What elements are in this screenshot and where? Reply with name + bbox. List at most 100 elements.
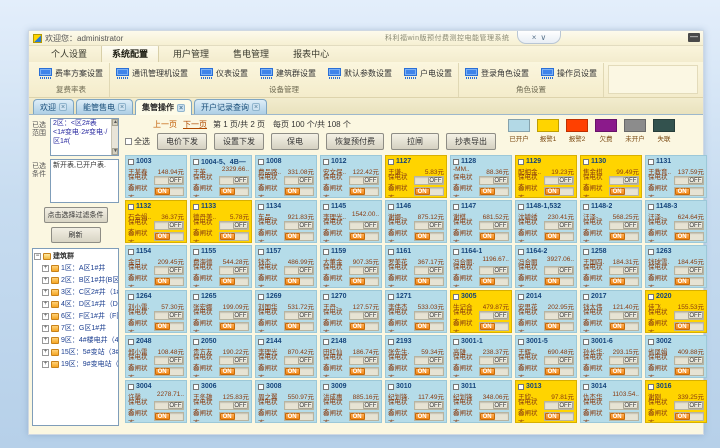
gate-toggle[interactable]: ON <box>219 187 249 196</box>
gate-toggle[interactable]: ON <box>414 367 444 376</box>
on-button[interactable]: ON <box>415 188 430 195</box>
protect-toggle[interactable]: OFF <box>479 311 509 320</box>
off-button[interactable]: OFF <box>428 312 443 319</box>
card-checkbox[interactable] <box>583 294 589 300</box>
gate-toggle[interactable]: ON <box>544 412 574 421</box>
on-button[interactable]: ON <box>675 278 690 285</box>
on-button[interactable]: ON <box>545 233 560 240</box>
off-button[interactable]: OFF <box>363 312 378 319</box>
protect-toggle[interactable]: OFF <box>284 266 314 275</box>
on-button[interactable]: ON <box>285 278 300 285</box>
ribbon-control-pill[interactable]: × ∨ <box>517 31 561 44</box>
off-button[interactable]: OFF <box>168 402 183 409</box>
protect-toggle[interactable]: OFF <box>284 311 314 320</box>
menu-item-报表中心[interactable]: 报表中心 <box>283 45 339 62</box>
on-button[interactable]: ON <box>220 368 235 375</box>
off-button[interactable]: OFF <box>298 357 313 364</box>
card-checkbox[interactable] <box>193 159 199 165</box>
meter-card-1008[interactable]: 1008费品路..331.08元保电状态OFF合闸状态ON <box>255 155 317 198</box>
tab-集管操作[interactable]: 集管操作× <box>135 99 192 115</box>
protect-toggle[interactable]: OFF <box>284 221 314 230</box>
meter-card-3014[interactable]: 3014仇杰华1103.54..保电状态OFF合闸状态ON <box>580 380 642 423</box>
building-tree-panel[interactable]: − 建筑群 +1区：A区1#井+2区：B区1#井(B区1#+3区：C区2#井（1… <box>32 248 119 426</box>
card-checkbox[interactable] <box>518 204 524 210</box>
gate-toggle[interactable]: ON <box>544 322 574 331</box>
ribbon-button-操作员设置[interactable]: 操作员设置 <box>539 66 599 81</box>
meter-card-1161[interactable]: 1161罗美花367.17元保电状态OFF合闸状态ON <box>385 245 447 288</box>
meter-card-1148-2[interactable]: 1148-2汪泽-..568.25元保电状态OFF合闸状态ON <box>580 200 642 243</box>
card-checkbox[interactable] <box>453 204 459 210</box>
on-button[interactable]: ON <box>480 413 495 420</box>
gate-toggle[interactable]: ON <box>544 232 574 241</box>
card-checkbox[interactable] <box>193 384 199 390</box>
off-button[interactable]: OFF <box>363 222 378 229</box>
meter-card-1129[interactable]: 1129配相金..19.23元保电状态OFF合闸状态ON <box>515 155 577 198</box>
off-button[interactable]: OFF <box>688 222 703 229</box>
meter-card-1269[interactable]: 1269刘国华531.72元保电状态OFF合闸状态ON <box>255 290 317 333</box>
off-button[interactable]: OFF <box>298 177 313 184</box>
prev-page-link[interactable]: 上一页 <box>153 119 177 130</box>
gate-toggle[interactable]: ON <box>609 322 639 331</box>
expand-node-icon[interactable]: + <box>42 361 49 368</box>
expand-node-icon[interactable]: + <box>42 301 49 308</box>
on-button[interactable]: ON <box>415 413 430 420</box>
tab-开户记录查询[interactable]: 开户记录查询× <box>194 99 267 114</box>
on-button[interactable]: ON <box>610 368 625 375</box>
card-checkbox[interactable] <box>518 384 524 390</box>
on-button[interactable]: ON <box>155 278 170 285</box>
on-button[interactable]: ON <box>545 368 560 375</box>
on-button[interactable]: ON <box>675 188 690 195</box>
on-button[interactable]: ON <box>415 323 430 330</box>
gate-toggle[interactable]: ON <box>609 367 639 376</box>
off-button[interactable]: OFF <box>493 267 508 274</box>
protect-toggle[interactable]: OFF <box>609 356 639 365</box>
protect-toggle[interactable]: OFF <box>544 221 574 230</box>
gate-toggle[interactable]: ON <box>349 367 379 376</box>
meter-card-1270[interactable]: 1270王丹-..127.57元保电状态OFF合闸状态ON <box>320 290 382 333</box>
off-button[interactable]: OFF <box>688 312 703 319</box>
meter-card-1127[interactable]: 1127王谦-..5.83元保电状态OFF合闸状态ON <box>385 155 447 198</box>
off-button[interactable]: OFF <box>428 357 443 364</box>
protect-toggle[interactable]: OFF <box>674 311 704 320</box>
toolbar-button-保电[interactable]: 保电 <box>271 133 319 150</box>
gate-toggle[interactable]: ON <box>219 277 249 286</box>
off-button[interactable]: OFF <box>558 312 573 319</box>
on-button[interactable]: ON <box>285 368 300 375</box>
card-checkbox[interactable] <box>648 294 654 300</box>
on-button[interactable]: ON <box>415 233 430 240</box>
collapse-ribbon-icon[interactable]: ∨ <box>540 33 546 42</box>
off-button[interactable]: OFF <box>493 357 508 364</box>
tree-node[interactable]: +7区：G区1#井 <box>42 323 117 333</box>
card-checkbox[interactable] <box>128 384 134 390</box>
card-checkbox[interactable] <box>323 384 329 390</box>
off-button[interactable]: OFF <box>493 402 508 409</box>
ribbon-button-登录角色设置[interactable]: 登录角色设置 <box>463 66 531 81</box>
gate-toggle[interactable]: ON <box>479 367 509 376</box>
meter-card-3001-1[interactable]: 3001-1高雄238.37元保电状态OFF合闸状态ON <box>450 335 512 378</box>
ribbon-button-默认参数设置[interactable]: 默认参数设置 <box>326 66 394 81</box>
card-checkbox[interactable] <box>193 294 199 300</box>
protect-toggle[interactable]: OFF <box>414 221 444 230</box>
protect-toggle[interactable]: OFF <box>219 401 249 410</box>
gate-toggle[interactable]: ON <box>154 232 184 241</box>
tree-node[interactable]: +6区：F区1#井（F区1# <box>42 311 117 321</box>
off-button[interactable]: OFF <box>363 357 378 364</box>
on-button[interactable]: ON <box>545 278 560 285</box>
protect-toggle[interactable]: OFF <box>284 356 314 365</box>
gate-toggle[interactable]: ON <box>609 187 639 196</box>
card-checkbox[interactable] <box>388 294 394 300</box>
card-checkbox[interactable] <box>648 384 654 390</box>
card-checkbox[interactable] <box>388 339 394 345</box>
on-button[interactable]: ON <box>545 413 560 420</box>
gate-toggle[interactable]: ON <box>414 187 444 196</box>
gate-toggle[interactable]: ON <box>219 232 249 241</box>
off-button[interactable]: OFF <box>298 402 313 409</box>
on-button[interactable]: ON <box>675 233 690 240</box>
meter-card-1148-3[interactable]: 1148-3汪泽-..624.64元保电状态OFF合闸状态ON <box>645 200 707 243</box>
protect-toggle[interactable]: OFF <box>674 221 704 230</box>
card-checkbox[interactable] <box>583 204 589 210</box>
menu-item-用户管理[interactable]: 用户管理 <box>163 45 219 62</box>
off-button[interactable]: OFF <box>623 357 638 364</box>
protect-toggle[interactable]: OFF <box>674 266 704 275</box>
protect-toggle[interactable]: OFF <box>284 401 314 410</box>
